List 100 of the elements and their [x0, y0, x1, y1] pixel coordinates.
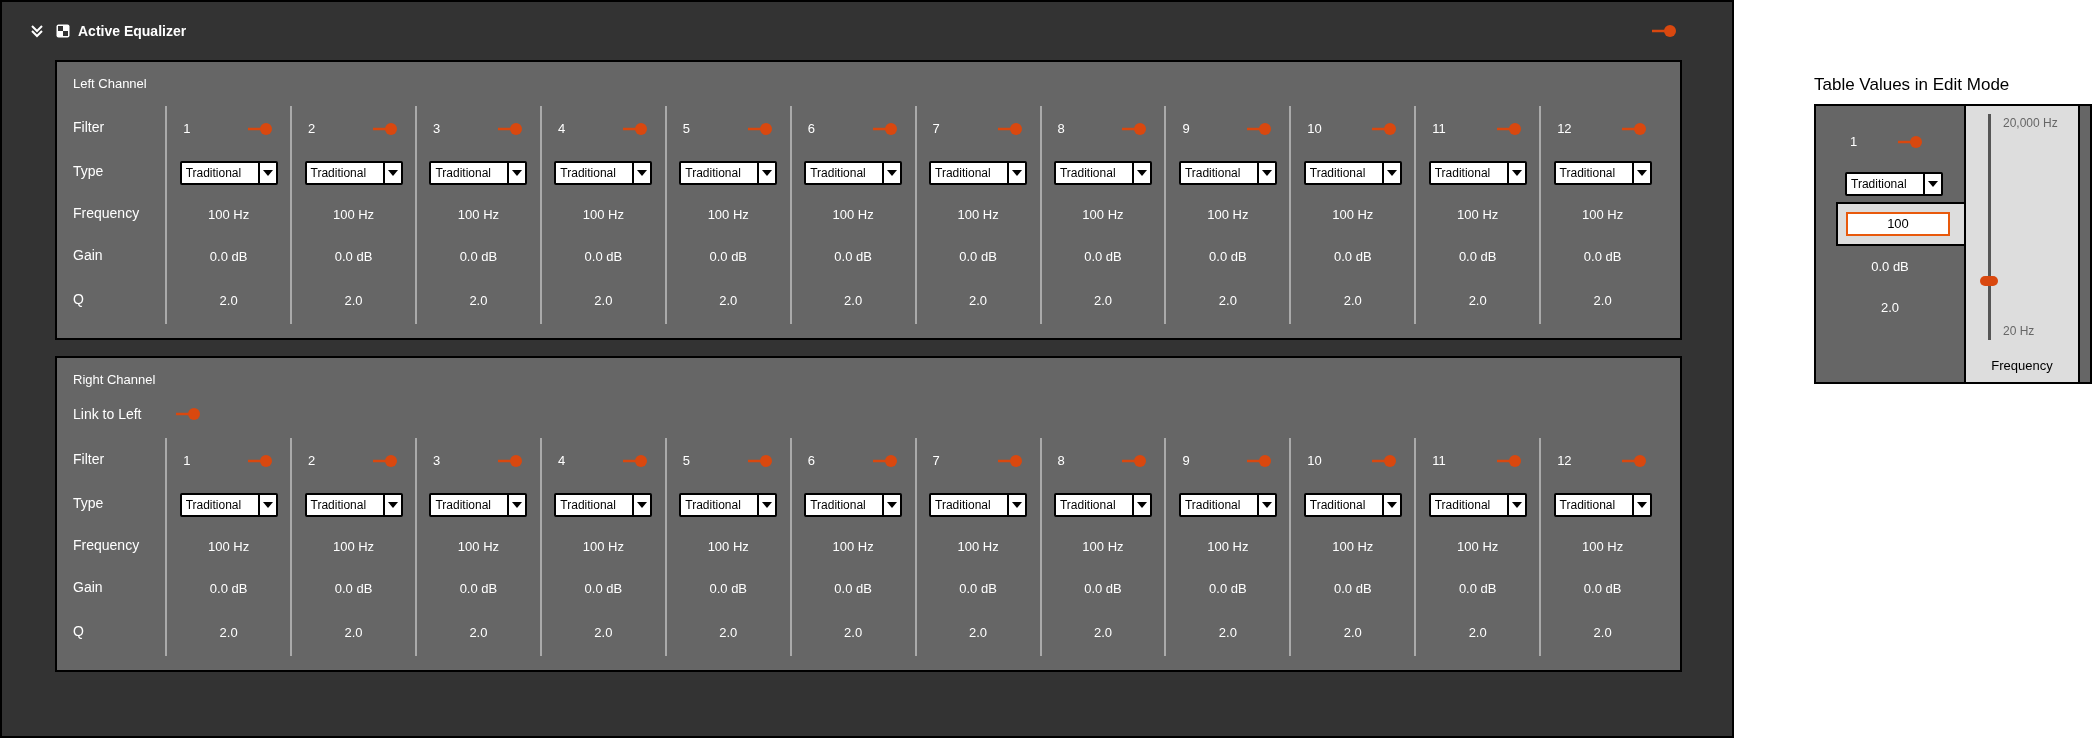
type-dropdown[interactable]: Traditional [1053, 161, 1152, 185]
toggle-switch[interactable] [620, 454, 649, 468]
filter-number: 7 [932, 120, 940, 139]
type-dropdown[interactable]: Traditional [679, 493, 778, 517]
type-dropdown[interactable]: Traditional [304, 161, 403, 185]
q-value: 2.0 [219, 624, 238, 643]
toggle-switch[interactable] [1120, 454, 1149, 468]
slider-thumb[interactable] [1980, 275, 1998, 286]
caret-icon [637, 170, 648, 176]
row-label: Frequency [73, 203, 140, 223]
caret-icon [1261, 502, 1272, 508]
toggle-switch[interactable] [870, 454, 899, 468]
type-dropdown[interactable]: Traditional [429, 161, 528, 185]
filter-number: 2 [308, 452, 316, 471]
type-dropdown[interactable]: Traditional [1845, 171, 1943, 196]
toggle-switch[interactable] [1120, 122, 1149, 136]
type-dropdown[interactable]: Traditional [179, 161, 278, 185]
type-dropdown[interactable]: Traditional [429, 493, 528, 517]
toggle-switch[interactable] [1245, 122, 1274, 136]
q-value: 2.0 [594, 624, 613, 643]
toggle-switch[interactable] [745, 454, 774, 468]
row-label: Filter [73, 449, 105, 469]
toggle-switch[interactable] [495, 122, 524, 136]
caret-icon [762, 502, 773, 508]
frequency-value: 100 Hz [1332, 538, 1374, 557]
toggle-switch[interactable] [371, 454, 399, 468]
type-dropdown[interactable]: Traditional [1053, 493, 1152, 517]
type-dropdown[interactable]: Traditional [1178, 161, 1277, 185]
q-value: 2.0 [969, 292, 988, 311]
type-dropdown[interactable]: Traditional [929, 493, 1028, 517]
toggle-switch[interactable] [995, 454, 1024, 468]
type-dropdown[interactable]: Traditional [679, 161, 778, 185]
toggle-switch[interactable] [1495, 454, 1524, 468]
q-value: 2.0 [1093, 624, 1112, 643]
filter-number: 5 [682, 120, 691, 139]
type-dropdown[interactable]: Traditional [804, 493, 903, 517]
toggle-switch[interactable] [1495, 122, 1524, 136]
gain-value: 0.0 dB [1334, 248, 1372, 267]
toggle-switch[interactable] [495, 454, 524, 468]
toggle-switch[interactable] [1370, 454, 1399, 468]
type-dropdown[interactable]: Traditional [1303, 161, 1402, 185]
caret-icon [887, 170, 898, 176]
toggle-switch[interactable] [1620, 122, 1649, 136]
gain-value: 0.0 dB [459, 580, 498, 599]
frequency-value: 100 Hz [1082, 538, 1124, 557]
gain-value: 0.0 dB [709, 248, 748, 267]
filter-number: 8 [1057, 120, 1065, 139]
row-label: Type [73, 493, 104, 513]
toggle-switch[interactable] [1650, 24, 1678, 38]
gain-value: 0.0 dB [1583, 580, 1622, 599]
toggle-switch[interactable] [371, 122, 399, 136]
toggle-switch[interactable] [620, 122, 649, 136]
type-dropdown[interactable]: Traditional [1428, 493, 1527, 517]
type-dropdown[interactable]: Traditional [1428, 161, 1527, 185]
type-dropdown[interactable]: Traditional [1178, 493, 1277, 517]
filter-number: 8 [1057, 452, 1065, 471]
frequency-input[interactable]: 100 [1846, 211, 1950, 236]
type-dropdown[interactable]: Traditional [554, 493, 653, 517]
gain-value: 0.0 dB [709, 580, 748, 599]
type-dropdown[interactable]: Traditional [929, 161, 1028, 185]
frequency-value: 100 Hz [1082, 206, 1124, 225]
toggle-switch[interactable] [745, 122, 774, 136]
type-dropdown[interactable]: Traditional [804, 161, 903, 185]
gain-value: 0.0 dB [834, 248, 872, 267]
toggle-switch[interactable] [1245, 454, 1274, 468]
toggle-switch[interactable] [1620, 454, 1649, 468]
caret-icon [1511, 502, 1522, 508]
toggle-switch[interactable] [246, 454, 275, 468]
q-value: 2.0 [469, 292, 488, 311]
frequency-value: 100 Hz [582, 206, 624, 225]
filter-number: 10 [1307, 120, 1322, 139]
toggle-switch[interactable] [995, 122, 1024, 136]
q-value: 2.0 [719, 292, 738, 311]
frequency-value: 100 Hz [332, 206, 375, 225]
collapse-chevron-icon[interactable] [30, 24, 44, 38]
gain-value: 0.0 dB [1084, 248, 1122, 267]
q-value: 2.0 [344, 292, 363, 311]
filter-number: 6 [807, 120, 815, 139]
toggle-switch[interactable] [1370, 122, 1399, 136]
caret-icon [512, 502, 523, 508]
toggle-switch[interactable] [246, 122, 275, 136]
toggle-switch[interactable] [870, 122, 899, 136]
caret-icon [1636, 502, 1647, 508]
caret-icon [387, 170, 398, 176]
frequency-value: 100 Hz [957, 538, 999, 557]
filter-number: 11 [1432, 120, 1446, 139]
type-dropdown[interactable]: Traditional [554, 161, 653, 185]
gain-value: 0.0 dB [584, 248, 623, 267]
toggle-switch[interactable] [173, 407, 202, 421]
type-dropdown[interactable]: Traditional [1553, 493, 1652, 517]
caret-icon [1636, 170, 1647, 176]
gain-value: 0.0 dB [1871, 257, 1909, 276]
frequency-value: 100 Hz [707, 206, 749, 225]
q-value: 2.0 [1468, 624, 1487, 643]
type-dropdown[interactable]: Traditional [1303, 493, 1402, 517]
slider-label: Frequency [1990, 357, 2054, 375]
type-dropdown[interactable]: Traditional [304, 493, 403, 517]
toggle-switch[interactable] [1896, 134, 1924, 149]
type-dropdown[interactable]: Traditional [1553, 161, 1652, 185]
type-dropdown[interactable]: Traditional [179, 493, 278, 517]
